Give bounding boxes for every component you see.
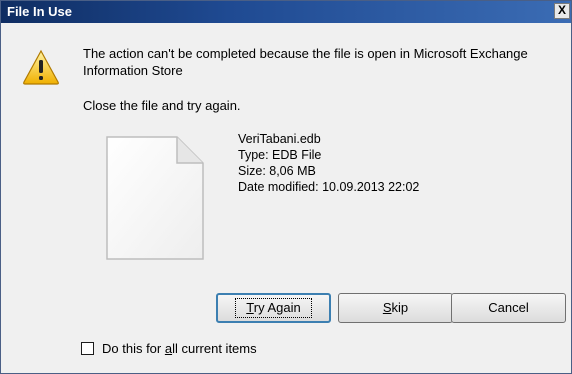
file-in-use-dialog: File In Use X The action can't be comple…	[0, 0, 572, 374]
apply-to-all-checkbox[interactable]	[81, 342, 94, 355]
document-icon	[106, 136, 204, 260]
focus-rectangle: Try Again	[235, 298, 312, 318]
message-line-1: The action can't be completed because th…	[83, 46, 528, 61]
close-button[interactable]: X	[554, 3, 570, 19]
file-name: VeriTabani.edb	[238, 132, 321, 146]
cancel-button[interactable]: Cancel	[451, 293, 566, 323]
file-details: VeriTabani.edb Type: EDB File Size: 8,06…	[238, 131, 419, 195]
apply-to-all-label[interactable]: Do this for all current items	[102, 340, 257, 357]
file-date-modified: Date modified: 10.09.2013 22:02	[238, 180, 420, 194]
window-title: File In Use	[7, 4, 73, 19]
message-line-2: Information Store	[83, 63, 183, 78]
file-type: Type: EDB File	[238, 148, 322, 162]
try-again-button[interactable]: Try Again	[216, 293, 331, 323]
file-size: Size: 8,06 MB	[238, 164, 316, 178]
title-bar[interactable]: File In Use X	[1, 1, 571, 23]
close-file-hint: Close the file and try again.	[83, 98, 241, 113]
skip-button[interactable]: Skip	[338, 293, 453, 323]
warning-icon	[23, 49, 59, 85]
